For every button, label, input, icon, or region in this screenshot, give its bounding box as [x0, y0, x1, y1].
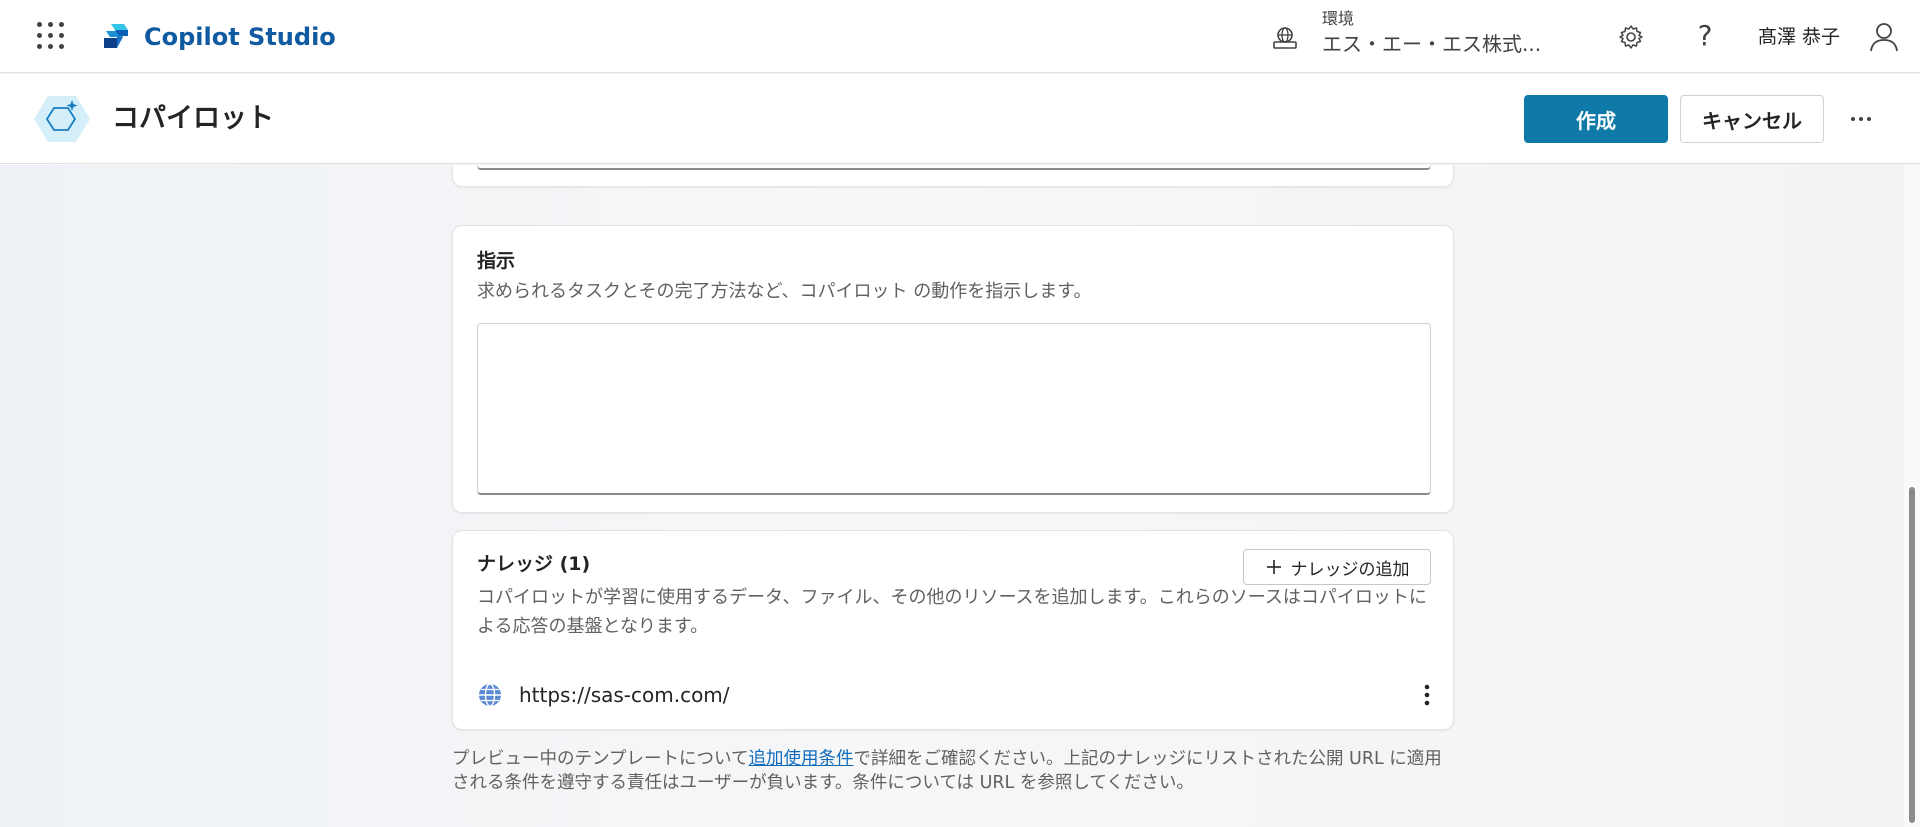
environment-label: 環境: [1322, 9, 1355, 28]
previous-section-card: [452, 165, 1454, 187]
knowledge-source-url: https://sas-com.com/: [519, 683, 730, 707]
knowledge-source-item[interactable]: https://sas-com.com/: [477, 677, 1437, 713]
knowledge-description: コパイロットが学習に使用するデータ、ファイル、その他のリソースを追加します。これ…: [477, 587, 1427, 637]
previous-field[interactable]: [477, 165, 1431, 170]
instructions-card: 指示 求められるタスクとその完了方法など、コパイロット の動作を指示します。: [452, 225, 1454, 513]
plus-icon: [1266, 560, 1281, 574]
knowledge-card: ナレッジ (1) ナレッジの追加 コパイロットが学習に使用するデータ、ファイル、…: [452, 530, 1454, 730]
help-icon[interactable]: ?: [1692, 20, 1718, 52]
add-knowledge-button[interactable]: ナレッジの追加: [1243, 549, 1431, 585]
environment-name[interactable]: エス・エー・エス株式...: [1322, 31, 1552, 57]
page-header: コパイロット 作成 キャンセル: [0, 74, 1920, 164]
instructions-input[interactable]: [477, 323, 1431, 495]
gear-icon[interactable]: [1618, 24, 1644, 50]
person-icon[interactable]: [1868, 21, 1900, 53]
app-launcher-icon[interactable]: [36, 21, 64, 49]
more-icon[interactable]: [1846, 104, 1876, 134]
vertical-scrollbar[interactable]: [1904, 165, 1920, 827]
disclaimer-text-before: プレビュー中のテンプレートについて: [452, 749, 749, 769]
brand-name[interactable]: Copilot Studio: [144, 22, 336, 52]
top-bar: Copilot Studio 環境 エス・エー・エス株式... ? 髙澤 恭子: [0, 0, 1920, 73]
user-name: 髙澤 恭子: [1758, 26, 1841, 48]
additional-terms-link[interactable]: 追加使用条件: [748, 749, 853, 769]
instructions-title: 指示: [477, 250, 516, 272]
instructions-description: 求められるタスクとその完了方法など、コパイロット の動作を指示します。: [477, 281, 1092, 302]
page-title: コパイロット: [112, 103, 274, 134]
environment-icon[interactable]: [1272, 26, 1298, 50]
scrollbar-thumb[interactable]: [1909, 487, 1915, 823]
cancel-button[interactable]: キャンセル: [1680, 95, 1824, 143]
kebab-icon[interactable]: [1417, 681, 1437, 709]
main-content: 指示 求められるタスクとその完了方法など、コパイロット の動作を指示します。 ナ…: [0, 165, 1904, 827]
terms-disclaimer: プレビュー中のテンプレートについて追加使用条件で詳細をご確認ください。上記のナレ…: [452, 747, 1456, 795]
knowledge-title: ナレッジ (1): [477, 553, 591, 575]
add-knowledge-label: ナレッジの追加: [1290, 559, 1410, 580]
globe-icon: [479, 683, 501, 707]
copilot-avatar-icon: [34, 96, 90, 142]
copilot-studio-logo: [104, 24, 128, 48]
create-button[interactable]: 作成: [1524, 95, 1668, 143]
